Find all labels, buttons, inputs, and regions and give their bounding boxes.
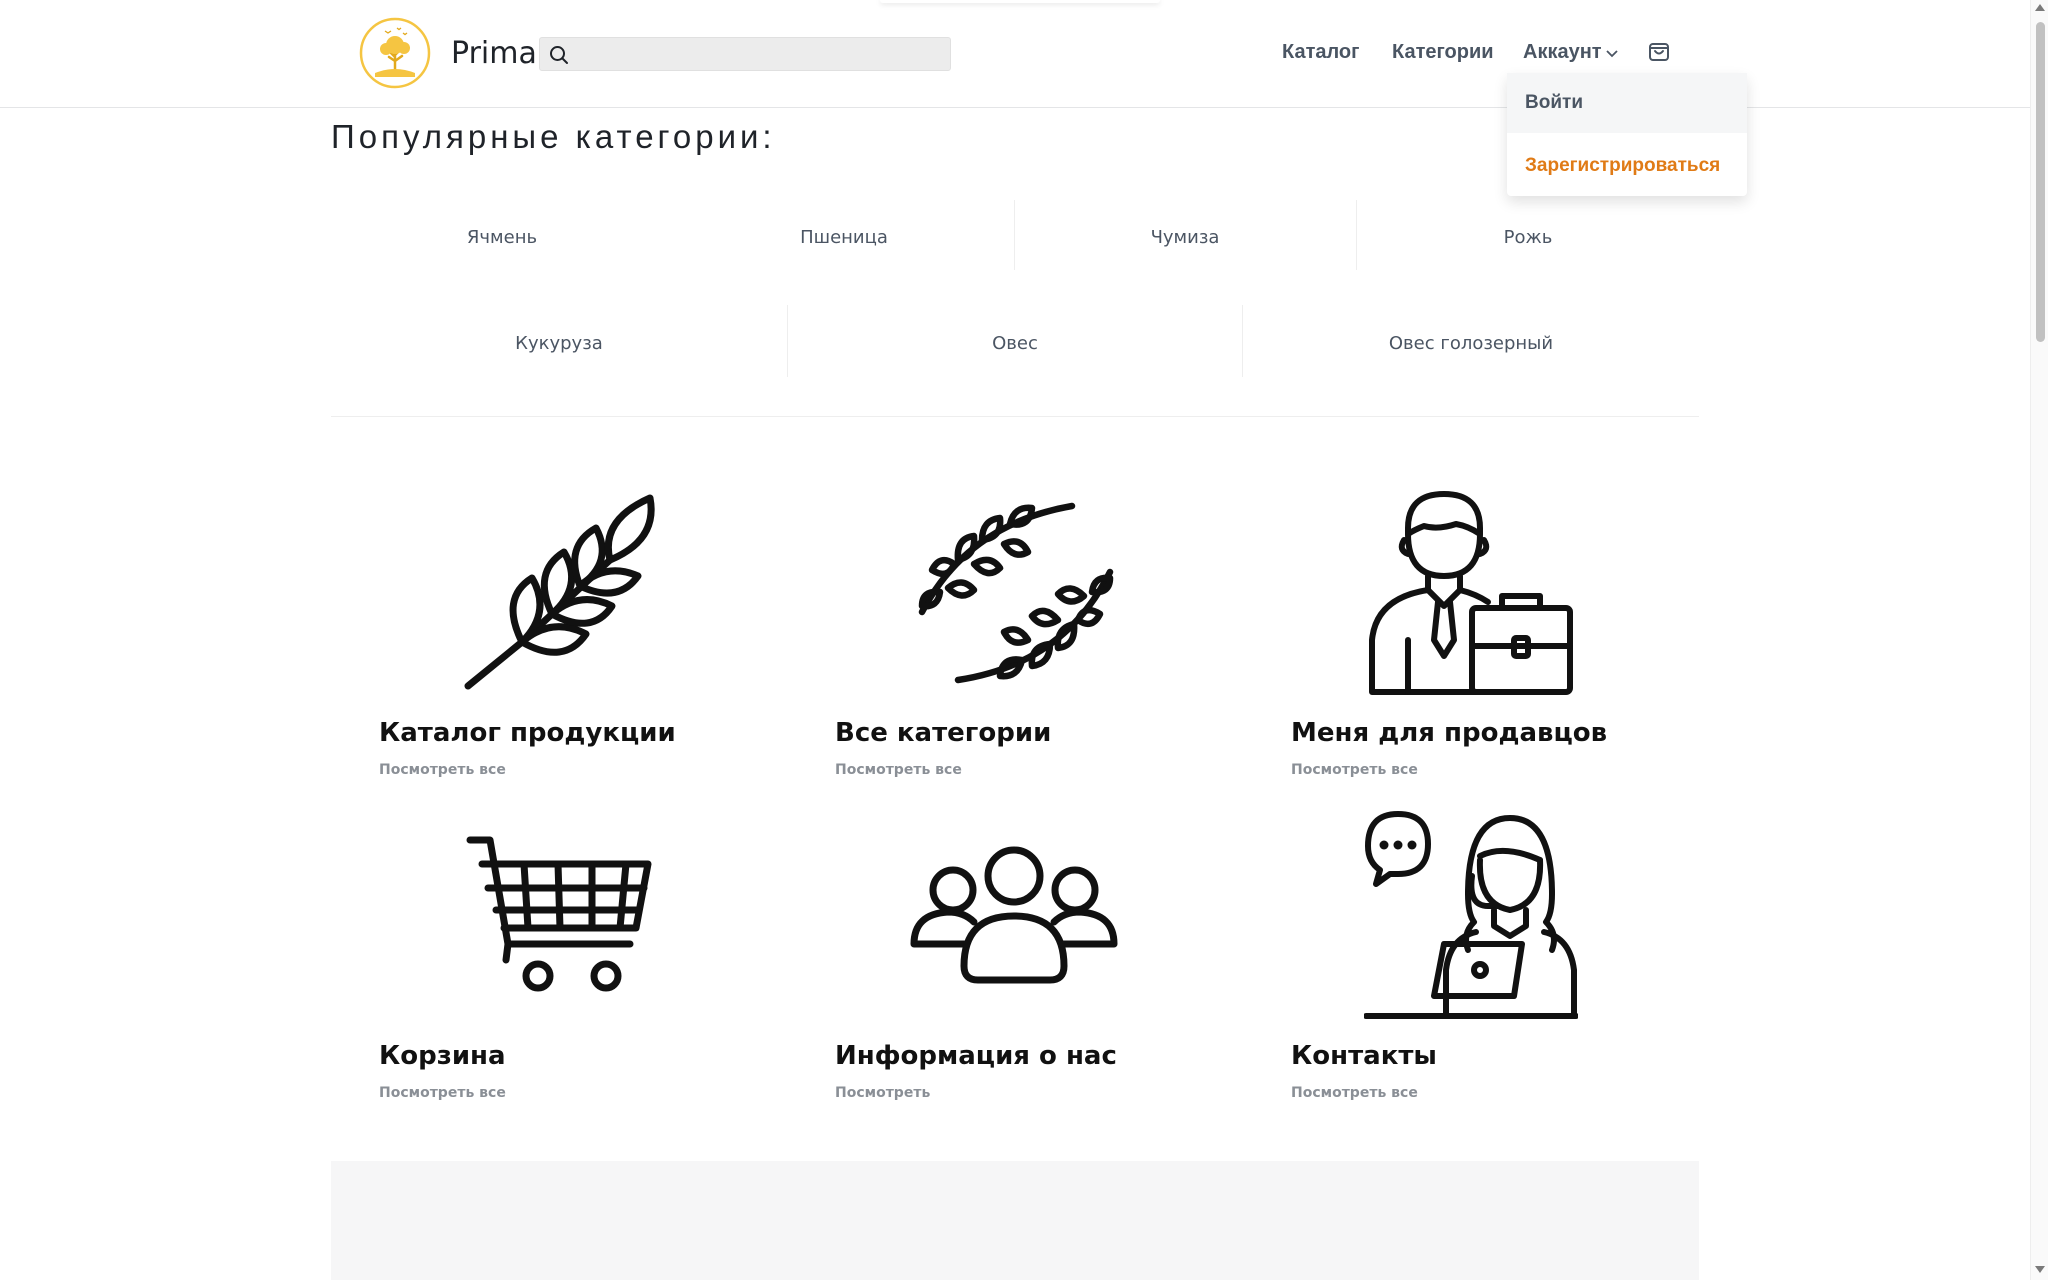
businessman-icon[interactable] <box>1368 490 1574 696</box>
section-divider <box>331 416 1699 417</box>
shopping-bag-icon[interactable] <box>1648 40 1670 62</box>
scroll-up-arrow-icon[interactable] <box>2035 4 2045 11</box>
nav-account[interactable]: Аккаунт <box>1523 41 1602 64</box>
view-all-link[interactable]: Посмотреть все <box>1291 762 1418 778</box>
nav-categories[interactable]: Категории <box>1392 41 1494 64</box>
tile-title[interactable]: Меня для продавцов <box>1291 718 1607 748</box>
view-all-link[interactable]: Посмотреть все <box>379 762 506 778</box>
tile-title[interactable]: Информация о нас <box>835 1041 1117 1071</box>
category-link[interactable]: Рожь <box>1428 227 1628 248</box>
wheat-icon[interactable] <box>460 490 660 690</box>
category-link[interactable]: Ячмень <box>402 227 602 248</box>
vertical-scrollbar[interactable] <box>2030 0 2048 1280</box>
tile-title[interactable]: Контакты <box>1291 1041 1437 1071</box>
search-box[interactable] <box>539 37 951 71</box>
support-agent-icon[interactable] <box>1364 810 1578 1024</box>
category-link[interactable]: Овес голозерный <box>1321 333 1621 354</box>
scroll-down-arrow-icon[interactable] <box>2035 1266 2045 1273</box>
popular-categories-title: Популярные категории: <box>331 118 776 155</box>
search-icon <box>550 46 568 64</box>
login-menu-item[interactable]: Войти <box>1507 73 1747 133</box>
category-link[interactable]: Овес <box>915 333 1115 354</box>
chevron-down-icon[interactable] <box>1606 50 1618 58</box>
category-link[interactable]: Пшеница <box>744 227 944 248</box>
group-icon[interactable] <box>908 846 1120 984</box>
divider <box>787 305 788 377</box>
view-all-link[interactable]: Посмотреть <box>835 1085 930 1101</box>
search-input[interactable] <box>580 38 940 70</box>
nav-catalog[interactable]: Каталог <box>1282 41 1359 64</box>
account-dropdown-menu: Войти Зарегистрироваться <box>1507 73 1747 196</box>
scrollbar-thumb[interactable] <box>2036 22 2045 342</box>
divider <box>1242 305 1243 377</box>
category-link[interactable]: Кукуруза <box>459 333 659 354</box>
footer-banner-placeholder <box>331 1161 1699 1280</box>
tile-title[interactable]: Каталог продукции <box>379 718 676 748</box>
view-all-link[interactable]: Посмотреть все <box>1291 1085 1418 1101</box>
divider <box>1356 200 1357 270</box>
divider <box>1014 200 1015 270</box>
laurel-icon[interactable] <box>918 494 1114 690</box>
category-link[interactable]: Чумиза <box>1085 227 1285 248</box>
top-edge-shadow <box>880 0 1160 3</box>
register-menu-item[interactable]: Зарегистрироваться <box>1507 136 1747 196</box>
tile-title[interactable]: Корзина <box>379 1041 506 1071</box>
logo-icon[interactable] <box>359 17 431 89</box>
tile-title[interactable]: Все категории <box>835 718 1051 748</box>
view-all-link[interactable]: Посмотреть все <box>379 1085 506 1101</box>
shopping-cart-icon[interactable] <box>466 836 654 994</box>
brand-name[interactable]: Prima <box>451 36 537 71</box>
view-all-link[interactable]: Посмотреть все <box>835 762 962 778</box>
